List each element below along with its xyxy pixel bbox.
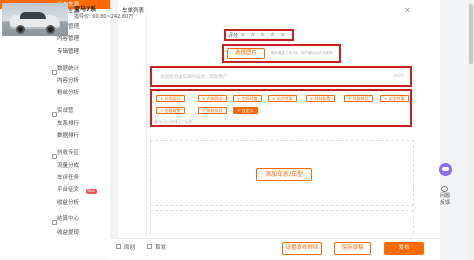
choose-image-button[interactable]: 选择图片 — [227, 48, 265, 59]
tag-option[interactable]: + 维修保养 — [198, 107, 227, 114]
car-name: 宝马7系 — [74, 6, 97, 13]
feedback-label[interactable]: 问题 反馈 — [436, 193, 454, 207]
tag-option[interactable]: + 安全性能 — [380, 95, 409, 102]
save-draft-button[interactable]: 保存草稿 — [334, 242, 371, 255]
tag-option[interactable]: + 动力性能 — [268, 95, 297, 102]
sidebar-item-label: 内容分析 — [57, 78, 80, 84]
original-label: 原创 — [124, 245, 136, 251]
add-car-area-next — [150, 210, 414, 234]
star-icon[interactable]: ★ — [269, 30, 276, 39]
wheel-shape — [16, 25, 25, 34]
sidebar-item-label: 平台征文 — [57, 187, 80, 193]
sidebar-item-label: 创收专区 — [57, 150, 80, 156]
image-upload-box: 选择图片 图片最多上传1张，用户确认后方可发布 — [222, 44, 341, 63]
first-publish-label: 首发 — [155, 245, 167, 251]
publish-button[interactable]: 发布 — [384, 242, 424, 255]
sidebar-item-label: 流量分成 — [57, 163, 80, 169]
sidebar-item-label: 收益提现 — [57, 230, 80, 236]
sidebar-item-label: 车系排行 — [57, 121, 80, 127]
tag-option[interactable]: + 自定义 — [233, 107, 258, 114]
first-publish-checkbox[interactable] — [147, 244, 152, 249]
sidebar-item-label: 车评任务 — [57, 175, 80, 181]
star-icon[interactable]: ★ — [249, 30, 256, 39]
sidebar-item-label: 数据统计 — [57, 66, 80, 72]
tag-selector: + 外观设计 + 内饰亮点 + 空间尺度 + 动力性能 + 科技配置 + 驾驶体验 + 安全… — [150, 89, 412, 127]
tag-option[interactable]: + 金融政策 — [156, 107, 185, 114]
sidebar-item-label: 收益分析 — [57, 200, 80, 206]
tag-option[interactable]: + 驾驶体验 — [344, 95, 373, 102]
sidebar-item-label: 实战营 — [57, 108, 74, 114]
tag-option[interactable]: + 外观设计 — [156, 95, 185, 102]
star-icon[interactable]: ★ — [279, 30, 286, 39]
tag-option[interactable]: + 空间尺度 — [233, 95, 262, 102]
tags-hint: 最多可以选择3个标签 — [154, 119, 193, 124]
car-window-shape — [20, 12, 46, 19]
tag-option[interactable]: + 科技配置 — [306, 95, 335, 102]
feedback-icon[interactable] — [441, 186, 448, 192]
description-input[interactable]: 添加您对该车辆的描述，帮助用户 0/20 — [150, 66, 412, 87]
car-image — [2, 3, 68, 36]
rating-label: 评分 — [228, 33, 239, 39]
tag-option[interactable]: + 内饰亮点 — [198, 95, 227, 102]
assistant-robot-icon[interactable] — [439, 163, 452, 176]
scrollbar-thumb[interactable] — [469, 4, 473, 64]
description-placeholder: 添加您对该车辆的描述，帮助用户 — [160, 75, 228, 80]
add-car-area: 添加车系/车型 — [150, 140, 414, 206]
description-counter: 0/20 — [393, 74, 404, 79]
wheel-shape — [46, 25, 55, 34]
close-icon[interactable]: ✕ — [404, 6, 411, 15]
sidebar-item-label: 粉丝分析 — [57, 90, 80, 96]
divider — [146, 10, 147, 238]
star-icon[interactable]: ★ — [259, 30, 266, 39]
sidebar-item-label: 内容管理 — [57, 36, 80, 42]
original-checkbox[interactable] — [116, 244, 121, 249]
new-badge: New — [86, 189, 97, 194]
car-price: 指导价: 60.80~242.80万 — [74, 14, 134, 20]
rating-box: 评分 ★ ★ ★ ★ ★ — [224, 29, 294, 41]
image-hint: 图片最多上传1张，用户确认后方可发布 — [271, 51, 333, 55]
star-icon[interactable]: ★ — [239, 30, 246, 39]
sidebar-item-label: 数据排行 — [57, 133, 80, 139]
sidebar-item-label: 结算中心 — [57, 216, 80, 222]
add-car-button[interactable]: 添加车系/车型 — [256, 168, 312, 181]
sidebar-item-label: 专辑管理 — [57, 49, 80, 55]
schedule-button[interactable]: 设置发布时间 — [282, 242, 322, 255]
